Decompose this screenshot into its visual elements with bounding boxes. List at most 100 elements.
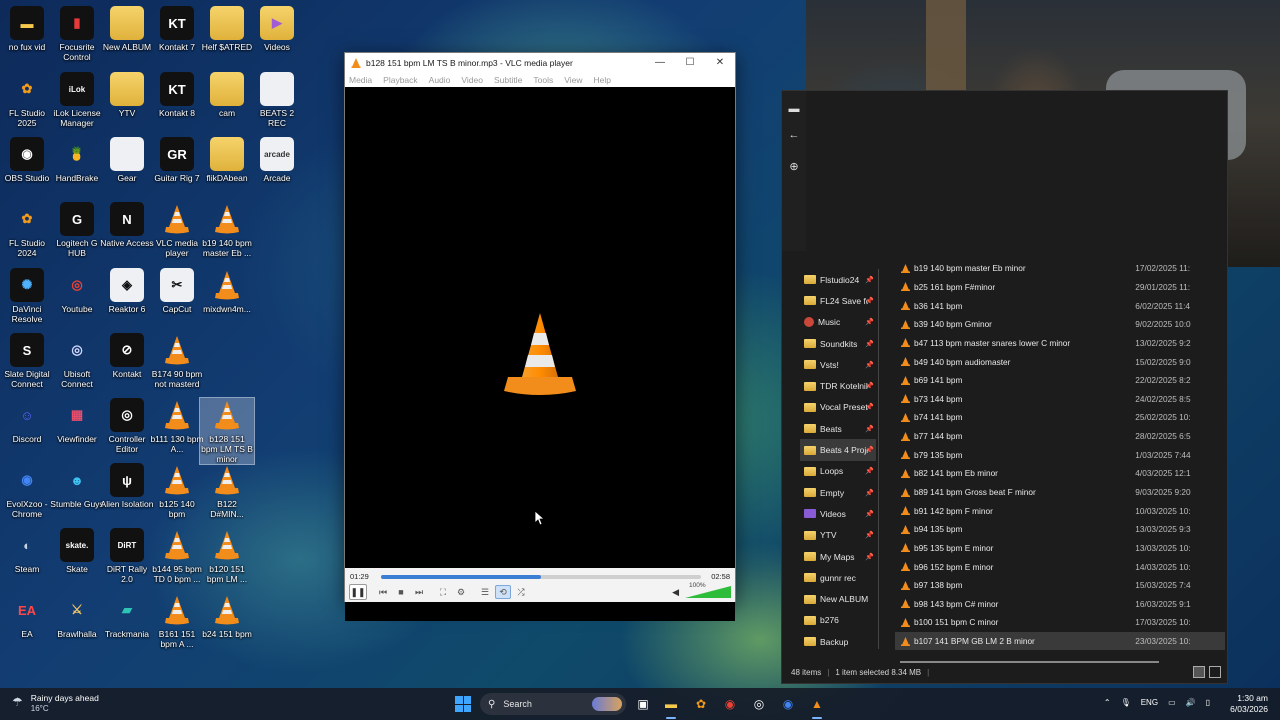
language-indicator[interactable]: ENG: [1141, 698, 1158, 707]
desktop-icon[interactable]: YTV: [100, 72, 154, 118]
nav-item[interactable]: Videos 📌: [800, 503, 876, 524]
file-row[interactable]: b39 140 bpm Gminor 9/02/2025 10:0: [895, 315, 1225, 334]
nav-item[interactable]: YTV 📌: [800, 525, 876, 546]
file-row[interactable]: b97 138 bpm 15/03/2025 7:4: [895, 576, 1225, 595]
tiles-view-icon[interactable]: [1209, 666, 1221, 678]
desktop-icon[interactable]: ψ Alien Isolation: [100, 463, 154, 509]
file-row[interactable]: b91 142 bpm F minor 10/03/2025 10:: [895, 501, 1225, 520]
desktop-icon[interactable]: GR Guitar Rig 7: [150, 137, 204, 183]
desktop-icon[interactable]: EA EA: [0, 593, 54, 640]
desktop-icon[interactable]: Gear: [100, 137, 154, 183]
nav-item[interactable]: Soundkits 📌: [800, 333, 876, 354]
playlist-icon[interactable]: ☰: [477, 585, 493, 599]
pane-divider[interactable]: [878, 269, 879, 649]
chrome-icon[interactable]: ◉: [721, 695, 739, 713]
desktop-icon[interactable]: b144 95 bpm TD 0 bpm ...: [150, 528, 204, 584]
new-item-icon[interactable]: ⊕: [788, 161, 800, 173]
desktop-icon[interactable]: arcade Arcade: [250, 137, 304, 183]
vlc-taskbar-icon[interactable]: ▲: [808, 695, 826, 713]
start-button[interactable]: [455, 696, 471, 712]
file-row[interactable]: b25 161 bpm F#minor 29/01/2025 11:: [895, 278, 1225, 297]
volume-slider[interactable]: 100%: [685, 582, 731, 598]
nav-item[interactable]: b276: [800, 610, 876, 631]
desktop-icon[interactable]: ◉ EvolXzoo - Chrome: [0, 463, 54, 519]
next-icon[interactable]: ⏭: [411, 585, 427, 599]
desktop-icon[interactable]: B122 D#MIN...: [200, 463, 254, 519]
file-row[interactable]: b19 140 bpm master Eb minor 17/02/2025 11…: [895, 259, 1225, 278]
file-row[interactable]: b98 143 bpm C# minor 16/03/2025 9:1: [895, 595, 1225, 614]
pause-button[interactable]: ❚❚: [349, 584, 367, 600]
desktop-icon[interactable]: b128 151 bpm LM TS B minor: [199, 397, 255, 465]
desktop-icon[interactable]: KT Kontakt 8: [150, 72, 204, 118]
file-row[interactable]: b95 135 bpm E minor 13/03/2025 10:: [895, 539, 1225, 558]
nav-item[interactable]: Vocal Presets 📌: [800, 397, 876, 418]
nav-item[interactable]: New ALBUM: [800, 588, 876, 609]
nav-item[interactable]: Flstudio24 📌: [800, 269, 876, 290]
desktop-icon[interactable]: ◎ Youtube: [50, 268, 104, 314]
fullscreen-icon[interactable]: ⛶: [435, 585, 451, 599]
shuffle-icon[interactable]: ⤮: [513, 585, 529, 599]
microphone-icon[interactable]: 🎙: [1121, 698, 1131, 707]
taskbar-search[interactable]: ⚲ Search: [480, 693, 626, 715]
desktop-icon[interactable]: ✺ DaVinci Resolve: [0, 268, 54, 324]
file-row[interactable]: b100 151 bpm C minor 17/03/2025 10:: [895, 613, 1225, 632]
nav-item[interactable]: Loops 📌: [800, 461, 876, 482]
desktop-icon[interactable]: ▬ no fux vid: [0, 6, 54, 52]
desktop-icon[interactable]: ▰ Trackmania: [100, 593, 154, 639]
file-explorer-icon[interactable]: ▬: [662, 695, 680, 713]
desktop-icon[interactable]: B161 151 bpm A ...: [150, 593, 204, 649]
desktop-icon[interactable]: KT Kontakt 7: [150, 6, 204, 52]
task-view-icon[interactable]: ▣: [634, 695, 652, 713]
desktop-icon[interactable]: ✿ FL Studio 2025: [0, 72, 54, 128]
menu-tools[interactable]: Tools: [533, 75, 553, 85]
desktop-icon[interactable]: S Slate Digital Connect: [0, 333, 54, 389]
desktop-icon[interactable]: iLok iLok License Manager: [50, 72, 104, 128]
stop-icon[interactable]: ■: [393, 585, 409, 599]
desktop-icon[interactable]: New ALBUM: [100, 6, 154, 52]
desktop-icon[interactable]: ◎ Ubisoft Connect: [50, 333, 104, 389]
maximize-button[interactable]: ☐: [675, 57, 705, 68]
nav-item[interactable]: Beats 📌: [800, 418, 876, 439]
close-button[interactable]: ✕: [705, 57, 735, 68]
file-row[interactable]: b69 141 bpm 22/02/2025 8:2: [895, 371, 1225, 390]
desktop-icon[interactable]: ◎ Controller Editor: [100, 398, 154, 454]
desktop-icon[interactable]: DiRT DiRT Rally 2.0: [100, 528, 154, 584]
desktop-icon[interactable]: ✂ CapCut: [150, 268, 204, 314]
loop-icon[interactable]: ⟲: [495, 585, 511, 599]
desktop-icon[interactable]: cam: [200, 72, 254, 118]
file-row[interactable]: b36 141 bpm 6/02/2025 11:4: [895, 296, 1225, 315]
seek-slider[interactable]: [381, 575, 701, 579]
minimize-button[interactable]: —: [645, 57, 675, 68]
desktop-icon[interactable]: b125 140 bpm: [150, 463, 204, 519]
desktop-icon[interactable]: ▶ Videos: [250, 6, 304, 52]
menu-video[interactable]: Video: [461, 75, 483, 85]
details-view-icon[interactable]: [1193, 666, 1205, 678]
nav-item[interactable]: Vsts! 📌: [800, 354, 876, 375]
clock[interactable]: 1:30 am 6/03/2026: [1230, 693, 1268, 715]
desktop-icon[interactable]: ▦ Viewfinder: [50, 398, 104, 444]
file-row[interactable]: b96 152 bpm E minor 14/03/2025 10:: [895, 557, 1225, 576]
desktop-icon[interactable]: ◐ Steam: [0, 528, 54, 575]
network-icon[interactable]: ▭: [1168, 698, 1176, 707]
desktop-icon[interactable]: ☻ Stumble Guys: [50, 463, 104, 510]
nav-item[interactable]: Empty 📌: [800, 482, 876, 503]
previous-icon[interactable]: ⏮: [375, 585, 391, 599]
file-row[interactable]: b47 113 bpm master snares lower C minor 1…: [895, 334, 1225, 353]
file-row[interactable]: b77 144 bpm 28/02/2025 6:5: [895, 427, 1225, 446]
back-arrow-icon[interactable]: ←: [788, 129, 800, 141]
file-row[interactable]: b82 141 bpm Eb minor 4/03/2025 12:1: [895, 464, 1225, 483]
desktop-icon[interactable]: skate. Skate: [50, 528, 104, 574]
desktop-icon[interactable]: G Logitech G HUB: [50, 202, 104, 258]
battery-icon[interactable]: ▯: [1206, 698, 1210, 707]
file-row[interactable]: b89 141 bpm Gross beat F minor 9/03/2025 …: [895, 483, 1225, 502]
nav-item[interactable]: My Maps 📌: [800, 546, 876, 567]
menu-view[interactable]: View: [564, 75, 582, 85]
file-row[interactable]: b49 140 bpm audiomaster 15/02/2025 9:0: [895, 352, 1225, 371]
weather-widget[interactable]: ☂ Rainy days ahead 16°C: [12, 693, 99, 713]
desktop-icon[interactable]: b111 130 bpm A...: [150, 398, 204, 454]
nav-item[interactable]: gunnr rec: [800, 567, 876, 588]
vlc-titlebar[interactable]: b128 151 bpm LM TS B minor.mp3 - VLC med…: [345, 53, 735, 72]
menu-help[interactable]: Help: [593, 75, 610, 85]
desktop-icon[interactable]: 🍍 HandBrake: [50, 137, 104, 183]
fl-studio-icon[interactable]: ✿: [692, 695, 710, 713]
